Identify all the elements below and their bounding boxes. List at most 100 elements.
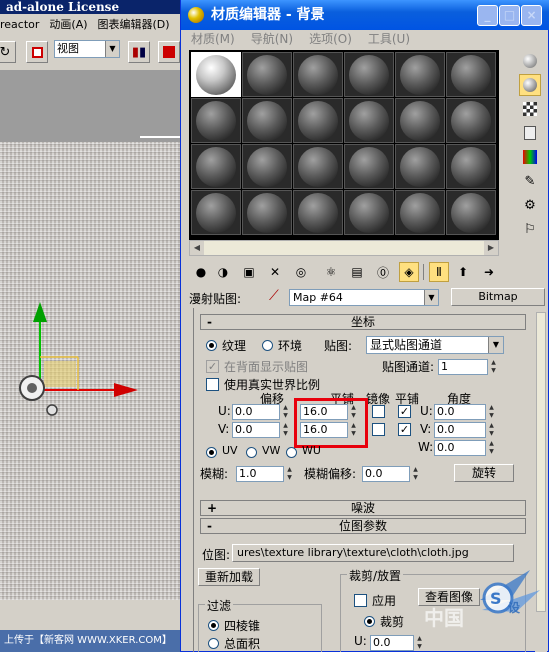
transform-gizmo[interactable] <box>0 142 200 600</box>
copy-material-icon[interactable]: ◎ <box>291 262 311 282</box>
sample-slot[interactable] <box>344 190 394 235</box>
w-angle-spinner[interactable]: 0.0 ▲ ▼ <box>434 440 494 456</box>
sample-type-icon[interactable] <box>519 50 541 72</box>
menu-options[interactable]: 选项(O) <box>309 30 352 48</box>
uv-radio[interactable] <box>206 447 217 458</box>
maximize-button[interactable]: □ <box>499 5 520 26</box>
perspective-viewport[interactable] <box>0 142 200 600</box>
coordinates-rollout-header[interactable]: - 坐标 <box>200 314 526 330</box>
blur-spinner[interactable]: 1.0 ▲ ▼ <box>236 466 292 482</box>
environ-radio[interactable] <box>262 340 273 351</box>
menu-utilities[interactable]: 工具(U) <box>368 30 410 48</box>
sample-slot[interactable] <box>344 144 394 189</box>
real-world-scale-checkbox[interactable] <box>206 378 219 391</box>
eyedropper-icon[interactable]: ⟋ <box>269 288 279 304</box>
map-channel-spinner[interactable]: 1 ▲ ▼ <box>438 359 496 375</box>
sample-slot[interactable] <box>344 98 394 143</box>
editor-toolbar: ● ◑ ▣ ✕ ◎ ⚛ ▤ ⓪ ◈ Ⅱ ⬆ ➜ <box>191 262 541 284</box>
noise-rollout-header[interactable]: + 噪波 <box>200 500 526 516</box>
sample-slot[interactable] <box>191 144 241 189</box>
uv-tiling-icon[interactable] <box>519 122 541 144</box>
menu-graph-editors[interactable]: 图表编辑器(D) <box>98 16 170 32</box>
background-pattern-icon[interactable] <box>519 98 541 120</box>
u-tile-checkbox[interactable]: ✓ <box>398 405 411 418</box>
material-effects-channel-icon[interactable]: ⓪ <box>373 262 393 282</box>
mapping-select[interactable]: 显式贴图通道 ▼ <box>366 336 504 354</box>
make-preview-icon[interactable]: ✎ <box>519 170 541 192</box>
minimize-button[interactable]: _ <box>477 5 498 26</box>
sample-slot[interactable] <box>395 190 445 235</box>
u-mirror-checkbox[interactable] <box>372 405 385 418</box>
select-by-material-icon[interactable]: ⚐ <box>519 218 541 240</box>
blur-offset-spinner[interactable]: 0.0 ▲ ▼ <box>362 466 418 482</box>
menu-navigation[interactable]: 导航(N) <box>251 30 293 48</box>
menu-reactor[interactable]: reactor <box>0 18 39 31</box>
sample-slot[interactable] <box>242 52 292 97</box>
v-offset-spinner[interactable]: 0.0 ▲ ▼ <box>232 422 288 438</box>
wu-radio[interactable] <box>286 447 297 458</box>
go-forward-to-sibling-icon[interactable]: ➜ <box>479 262 499 282</box>
close-button[interactable]: × <box>521 5 542 26</box>
sample-slot[interactable] <box>242 98 292 143</box>
menu-material[interactable]: 材质(M) <box>191 30 235 48</box>
crop-radio[interactable] <box>364 616 375 627</box>
reset-map-icon[interactable]: ✕ <box>265 262 285 282</box>
put-to-library-icon[interactable]: ▤ <box>347 262 367 282</box>
sample-slots-scrollbar[interactable]: ◀ ▶ <box>189 240 499 256</box>
texture-radio[interactable] <box>206 340 217 351</box>
rotate-button[interactable]: 旋转 <box>454 464 514 482</box>
sample-slot[interactable] <box>293 144 343 189</box>
sample-slot[interactable] <box>395 144 445 189</box>
sample-slot[interactable] <box>395 52 445 97</box>
options-icon[interactable]: ⚙ <box>519 194 541 216</box>
menu-animation[interactable]: 动画(A) <box>49 16 87 32</box>
go-to-parent-icon[interactable]: ⬆ <box>453 262 473 282</box>
v-angle-spinner[interactable]: 0.0 ▲ ▼ <box>434 422 494 438</box>
apply-checkbox[interactable] <box>354 594 367 607</box>
undo-icon[interactable]: ↻ <box>0 41 16 63</box>
v-mirror-checkbox[interactable] <box>372 423 385 436</box>
reload-button[interactable]: 重新加载 <box>198 568 260 586</box>
sample-slot[interactable] <box>446 98 496 143</box>
assign-to-selection-icon[interactable]: ▣ <box>239 262 259 282</box>
u-angle-spinner[interactable]: 0.0 ▲ ▼ <box>434 404 494 420</box>
backlight-icon[interactable] <box>519 74 541 96</box>
sample-slot[interactable] <box>293 98 343 143</box>
sample-slot[interactable] <box>191 190 241 235</box>
sample-slot[interactable] <box>446 190 496 235</box>
get-material-icon[interactable]: ● <box>191 262 211 282</box>
sample-slot[interactable] <box>191 52 241 97</box>
map-name-field[interactable]: Map #64 ▼ <box>289 289 439 306</box>
v-tile-checkbox[interactable]: ✓ <box>398 423 411 436</box>
put-to-scene-icon[interactable]: ◑ <box>213 262 233 282</box>
pivot-icon[interactable]: ▮ ▮ <box>128 41 150 63</box>
unique-icon[interactable]: ⚛ <box>321 262 341 282</box>
sample-slot[interactable] <box>395 98 445 143</box>
sample-slot[interactable] <box>242 144 292 189</box>
sample-slot[interactable] <box>344 52 394 97</box>
window-title-bar[interactable]: 材质编辑器 - 背景 _ □ × <box>181 0 549 30</box>
chevron-down-icon[interactable]: ▼ <box>424 290 438 305</box>
reference-coord-select[interactable]: 视图 ▼ <box>54 40 120 58</box>
sample-slot[interactable] <box>242 190 292 235</box>
show-map-in-viewport-icon[interactable]: ◈ <box>399 262 419 282</box>
summed-area-radio[interactable] <box>208 638 219 649</box>
crop-u-spinner[interactable]: 0.0 ▲ ▼ <box>370 635 422 651</box>
scroll-left-icon[interactable]: ◀ <box>190 241 204 255</box>
sample-slot[interactable] <box>446 144 496 189</box>
select-region-icon[interactable] <box>26 41 48 63</box>
vw-radio[interactable] <box>246 447 257 458</box>
sample-slot[interactable] <box>446 52 496 97</box>
bitmap-params-rollout-header[interactable]: - 位图参数 <box>200 518 526 534</box>
show-on-back-checkbox[interactable]: ✓ <box>206 360 219 373</box>
sample-slot[interactable] <box>293 190 343 235</box>
pyramidal-radio[interactable] <box>208 620 219 631</box>
scroll-right-icon[interactable]: ▶ <box>484 241 498 255</box>
sample-slot[interactable] <box>293 52 343 97</box>
mirror-icon[interactable] <box>158 41 180 63</box>
sample-slot[interactable] <box>191 98 241 143</box>
u-offset-spinner[interactable]: 0.0 ▲ ▼ <box>232 404 288 420</box>
show-end-result-icon[interactable]: Ⅱ <box>429 262 449 282</box>
video-color-check-icon[interactable] <box>519 146 541 168</box>
map-type-button[interactable]: Bitmap <box>451 288 545 306</box>
